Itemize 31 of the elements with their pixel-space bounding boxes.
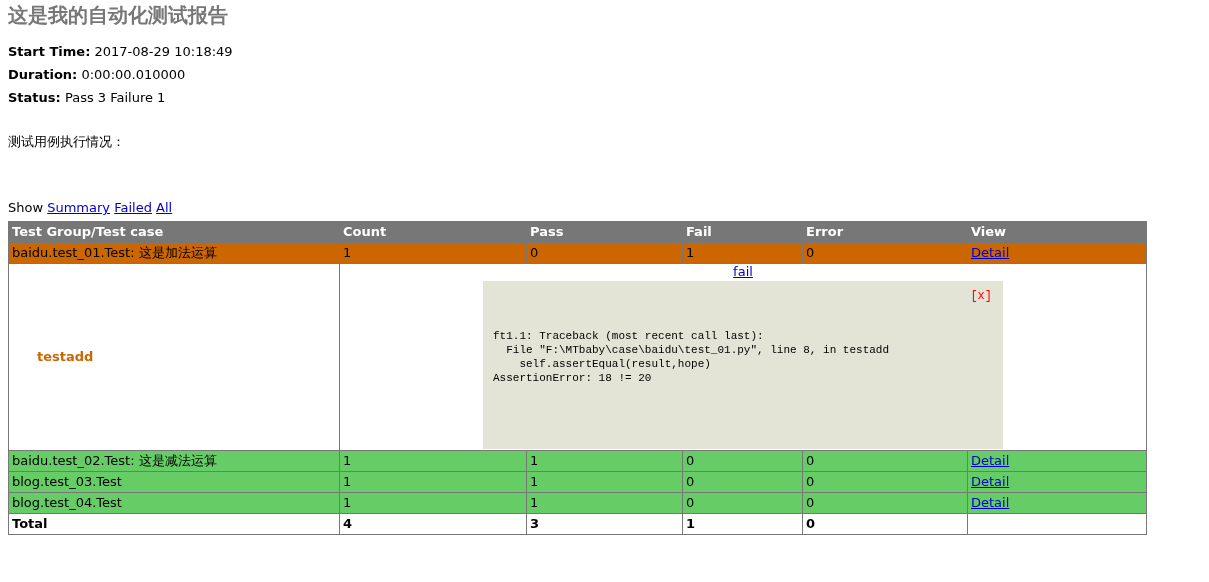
attribute-label: Start Time: [8,44,91,59]
attribute-value: 2017-08-29 10:18:49 [94,44,233,59]
filter-link[interactable]: Summary [47,200,111,215]
group-name-cell: blog.test_04.Test [8,492,340,514]
traceback-text: ft1.1: Traceback (most recent call last): File "F:\MTbaby\case\baidu\test_01.py", line 8, in testadd self.assertEqual(result,hope) AssertionError: 18 != 20 [493,329,891,385]
column-header: Fail [682,221,803,243]
attribute-label: Status: [8,90,61,105]
filter-link[interactable]: All [156,200,173,215]
group-name-cell: blog.test_03.Test [8,471,340,493]
group-name-cell: baidu.test_02.Test: 这是减法运算 [8,450,340,472]
report-description: 测试用例执行情况： [8,134,125,149]
group-name-cell: baidu.test_01.Test: 这是加法运算 [8,242,340,264]
attribute-value: Pass 3 Failure 1 [64,90,166,105]
close-link[interactable]: [x] [970,288,992,304]
column-header: Error [802,221,968,243]
total-label: Total [8,513,340,535]
filter-label: Show [8,200,44,215]
filter-link[interactable]: Failed [114,200,152,215]
detail-link[interactable]: Detail [971,474,1010,489]
detail-link[interactable]: Detail [971,495,1010,510]
report-title: 这是我的自动化测试报告 [8,2,229,28]
detail-link[interactable]: Detail [971,453,1010,468]
detail-link[interactable]: Detail [971,245,1010,260]
test-case-name: testadd [8,263,340,451]
result-link[interactable]: fail [733,264,753,279]
attribute-value: 0:00:00.010000 [81,67,186,82]
column-header: View [967,221,1147,243]
attribute-label: Duration: [8,67,78,82]
column-header: Pass [526,221,683,243]
column-header: Count [339,221,527,243]
column-header: Test Group/Test case [8,221,340,243]
